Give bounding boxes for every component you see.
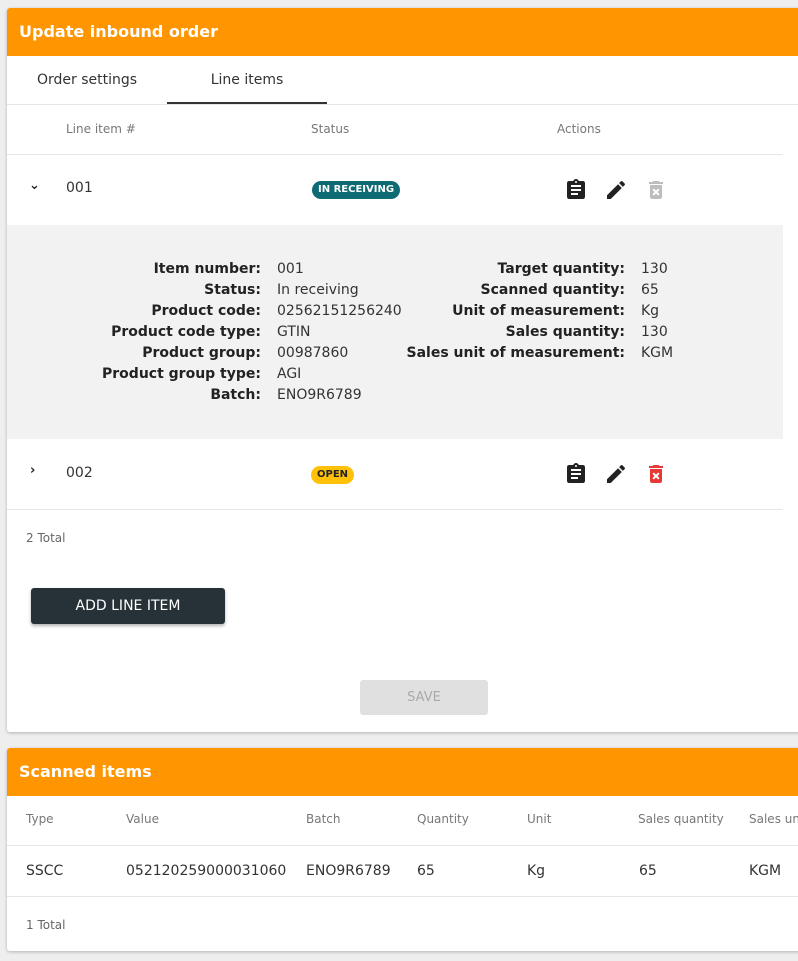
column-header-actions: Actions	[557, 122, 601, 136]
line-item-number: 001	[66, 180, 93, 196]
divider	[7, 509, 783, 510]
detail-label: Product group type:	[102, 366, 261, 382]
cell-sales-unit: KGM	[749, 863, 782, 879]
detail-label: Product code:	[151, 303, 261, 319]
total-count: 1 Total	[26, 918, 66, 932]
save-button: SAVE	[360, 680, 488, 715]
column-header-value: Value	[126, 812, 159, 826]
cell-value: 052120259000031060	[126, 863, 287, 879]
column-header-quantity: Quantity	[417, 812, 469, 826]
edit-icon[interactable]	[604, 178, 628, 202]
card-title: Scanned items	[7, 748, 798, 796]
column-header-type: Type	[26, 812, 54, 826]
status-badge: IN RECEIVING	[312, 181, 401, 199]
detail-label: Target quantity:	[497, 261, 626, 277]
detail-value: 02562151256240	[277, 303, 402, 319]
detail-value: ENO9R6789	[277, 387, 362, 403]
detail-value: 00987860	[277, 345, 349, 361]
tab-bar: Order settings Line items	[7, 56, 798, 105]
detail-value: 65	[641, 282, 659, 298]
column-header-unit: Unit	[527, 812, 552, 826]
detail-label: Item number:	[153, 261, 261, 277]
detail-label: Sales quantity:	[505, 324, 625, 340]
cell-type: SSCC	[26, 863, 64, 879]
detail-label: Status:	[204, 282, 261, 298]
total-count: 2 Total	[26, 531, 66, 545]
detail-label: Scanned quantity:	[480, 282, 625, 298]
column-header-sales-quantity: Sales quantity	[638, 812, 724, 826]
detail-value: AGI	[277, 366, 302, 382]
detail-value: 130	[641, 324, 668, 340]
detail-value: Kg	[641, 303, 660, 319]
detail-value: KGM	[641, 345, 674, 361]
divider	[7, 896, 798, 897]
add-line-item-button[interactable]: ADD LINE ITEM	[31, 588, 225, 624]
tab-line-items[interactable]: Line items	[167, 56, 327, 104]
line-item-details-panel: Item number: 001 Status: In receiving Pr…	[7, 225, 783, 439]
clipboard-icon[interactable]	[564, 178, 588, 202]
cell-quantity: 65	[417, 863, 435, 879]
column-header-line-item: Line item #	[66, 122, 136, 136]
detail-value: 001	[277, 261, 304, 277]
column-header-sales-unit: Sales unit	[749, 812, 798, 826]
delete-icon[interactable]	[644, 462, 668, 486]
delete-icon	[644, 178, 668, 202]
chevron-down-icon[interactable]: ⌄	[29, 178, 40, 193]
detail-value: In receiving	[277, 282, 359, 298]
detail-label: Batch:	[210, 387, 261, 403]
status-badge: OPEN	[311, 466, 355, 484]
divider	[7, 154, 783, 155]
tab-order-settings[interactable]: Order settings	[7, 56, 167, 104]
detail-label: Unit of measurement:	[452, 303, 625, 319]
clipboard-icon[interactable]	[564, 462, 588, 486]
detail-label: Product code type:	[111, 324, 261, 340]
detail-label: Product group:	[142, 345, 261, 361]
cell-unit: Kg	[527, 863, 546, 879]
line-item-number: 002	[66, 465, 93, 481]
update-inbound-order-card: Update inbound order Order settings Line…	[7, 8, 798, 732]
cell-sales-quantity: 65	[639, 863, 657, 879]
edit-icon[interactable]	[604, 462, 628, 486]
detail-label: Sales unit of measurement:	[406, 345, 625, 361]
card-title: Update inbound order	[7, 8, 798, 56]
detail-value: 130	[641, 261, 668, 277]
column-header-batch: Batch	[306, 812, 341, 826]
divider	[7, 845, 798, 846]
chevron-right-icon[interactable]: ›	[30, 463, 35, 478]
column-header-status: Status	[311, 122, 350, 136]
scanned-items-card: Scanned items Type Value Batch Quantity …	[7, 748, 798, 951]
cell-batch: ENO9R6789	[306, 863, 391, 879]
detail-value: GTIN	[277, 324, 311, 340]
